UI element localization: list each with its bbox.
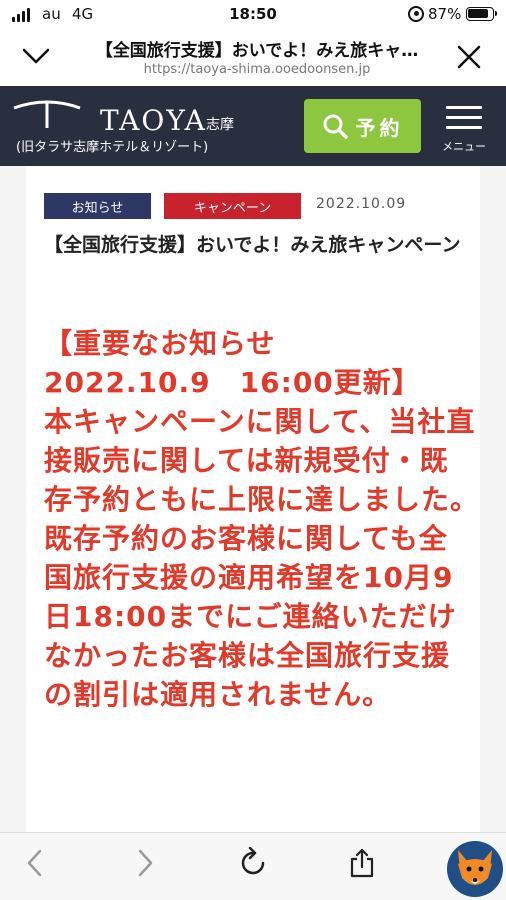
search-icon <box>323 114 348 139</box>
status-bar: au 4G 18:50 87% <box>0 0 506 30</box>
reserve-label: 予約 <box>355 115 404 140</box>
notice-line: なかったお客様は全国旅行支援 <box>44 639 451 672</box>
page-title: 【全国旅行支援】おいでよ！みえ旅キャ… <box>95 41 419 61</box>
notice-line: 既存予約のお客様に関しても全 <box>44 522 448 555</box>
fox-avatar-icon <box>447 841 503 897</box>
post-title: 【全国旅行支援】おいでよ！みえ旅キャンペーン <box>44 234 461 256</box>
reserve-button[interactable]: 予約 <box>304 99 421 153</box>
notice-line: 接販売に関しては新規受付・既 <box>44 444 449 477</box>
notice-line: 2022.10.9 16:00更新】 <box>44 366 421 399</box>
notice-line: 日18:00までにご連絡いただけ <box>44 600 457 633</box>
notice-line: 本キャンペーンに関して、当社直 <box>44 405 476 438</box>
browser-toolbar <box>0 832 506 900</box>
logo-subtitle: (旧タラサ志摩ホテル＆リゾート) <box>16 140 209 155</box>
menu-button[interactable]: メニュー <box>436 100 492 156</box>
share-icon[interactable] <box>346 847 378 879</box>
reload-icon[interactable] <box>237 847 269 879</box>
logo-mark-icon <box>13 100 81 128</box>
notice-line: 【重要なお知らせ <box>44 327 276 360</box>
logo-name: TAOYA <box>100 104 207 137</box>
close-icon[interactable] <box>456 44 482 70</box>
post-date: 2022.10.09 <box>316 196 407 212</box>
orientation-lock-icon <box>408 6 424 22</box>
site-header: TAOYA 志摩 (旧タラサ志摩ホテル＆リゾート) 予約 メニュー <box>0 86 506 166</box>
chevron-down-icon[interactable] <box>20 44 52 68</box>
tag-news[interactable]: お知らせ <box>44 193 151 219</box>
menu-label: メニュー <box>442 140 486 153</box>
chevron-right-icon[interactable] <box>128 847 160 879</box>
notice-line: 国旅行支援の適用希望を10月9 <box>44 561 454 594</box>
page-url[interactable]: https://taoya-shima.ooedoonsen.jp <box>76 62 438 77</box>
important-notice: 【重要なお知らせ 2022.10.9 16:00更新】 本キャンペーンに関して、… <box>44 324 484 714</box>
tag-campaign[interactable]: キャンペーン <box>164 193 301 219</box>
site-logo[interactable]: TAOYA 志摩 (旧タラサ志摩ホテル＆リゾート) <box>12 96 282 156</box>
logo-region: 志摩 <box>206 117 234 133</box>
browser-address-bar: 【全国旅行支援】おいでよ！みえ旅キャ… https://taoya-shima.… <box>0 30 506 86</box>
chevron-left-icon[interactable] <box>20 847 52 879</box>
battery-percent: 87% <box>428 5 462 23</box>
notice-line: 存予約ともに上限に達しました。 <box>44 483 480 516</box>
battery-icon <box>466 7 497 21</box>
notice-line: の割引は適用されません。 <box>44 678 392 711</box>
